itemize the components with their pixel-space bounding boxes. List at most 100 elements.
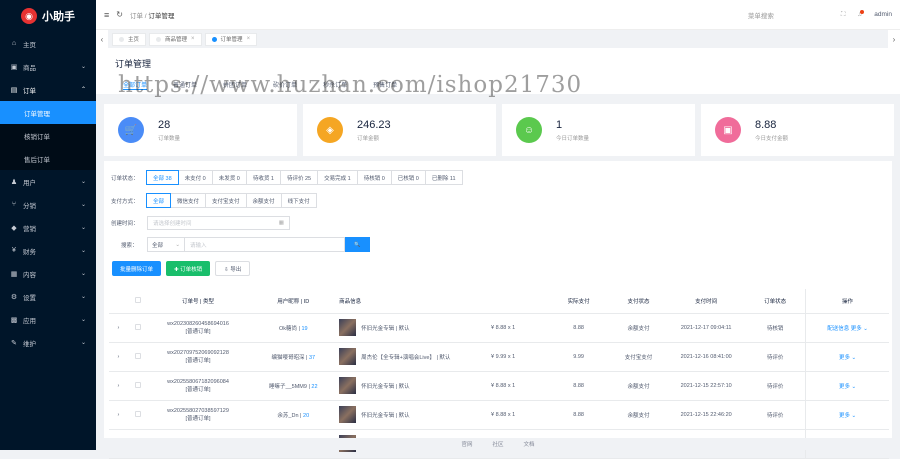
breadcrumb-root[interactable]: 订单 [130, 13, 143, 20]
tabs-prev-button[interactable]: ‹ [96, 30, 108, 48]
chevron-right-icon[interactable]: › [117, 325, 119, 331]
chevron-down-icon: ⌄ [80, 248, 86, 254]
status-option-8[interactable]: 已删除 11 [424, 170, 463, 185]
logo[interactable]: ◉ 小助手 [0, 0, 96, 32]
sidebar-item-2[interactable]: ▤ 订单 ⌃ [0, 78, 96, 101]
sidebar-subitem-2[interactable]: 售后订单 [0, 147, 96, 170]
goods-info: 周杰伦【全专辑+演唱会Live】 | 默认 [339, 348, 459, 365]
user-id[interactable]: 22 [311, 384, 317, 390]
sidebar-submenu: 订单管理 核销订单 售后订单 [0, 101, 96, 170]
status-option-0[interactable]: 全部 38 [146, 170, 179, 185]
sidebar-item-0[interactable]: ⌂ 主页 [0, 32, 96, 55]
footer-link-2[interactable]: 文档 [524, 440, 535, 448]
chevron-right-icon[interactable]: › [117, 383, 119, 389]
sidebar-item-7[interactable]: ▦ 内容 ⌄ [0, 262, 96, 285]
pay-option-0[interactable]: 全部 [146, 193, 172, 208]
search-type-select[interactable]: 全部 ⌄ [147, 237, 185, 252]
sidebar-item-3[interactable]: ♟ 用户 ⌄ [0, 170, 96, 193]
page-tab-2[interactable]: 拼团订单 [223, 80, 247, 90]
status-option-5[interactable]: 交易完成 1 [317, 170, 358, 185]
status-option-4[interactable]: 待评价 25 [279, 170, 319, 185]
page-tab-4[interactable]: 秒杀订单 [323, 80, 347, 90]
user-cell: 余苏_Dn | 20 [247, 400, 340, 430]
goods-cell: 周杰伦【全专辑+演唱会Live】 | 默认 [339, 342, 459, 372]
stat-label: 今日订单数量 [556, 135, 590, 142]
stat-icon: 🛒 [118, 117, 144, 143]
batch-delete-button[interactable]: 批量删除订单 [112, 261, 162, 276]
sidebar-item-6[interactable]: ¥ 财务 ⌄ [0, 239, 96, 262]
sidebar-item-9[interactable]: ▩ 应用 ⌄ [0, 308, 96, 331]
user-nickname: 编猫嘤哥昭深 [271, 354, 305, 361]
pay-option-4[interactable]: 线下支付 [280, 193, 317, 208]
col-pay-status: 支付状态 [609, 289, 668, 314]
status-option-6[interactable]: 待核销 0 [356, 170, 392, 185]
search-button[interactable]: 🔍 [345, 237, 370, 252]
status-option-7[interactable]: 已核销 0 [390, 170, 426, 185]
sidebar-item-5[interactable]: ◆ 营销 ⌄ [0, 216, 96, 239]
page-tab-3[interactable]: 砍价订单 [273, 80, 297, 90]
export-button[interactable]: ⇩ 导出 [215, 261, 251, 276]
user-nickname: 余苏_Dn [277, 412, 299, 419]
search-input[interactable]: 请输入 [185, 237, 345, 252]
sidebar-subitem-0[interactable]: 订单管理 [0, 101, 96, 124]
row-actions-link[interactable]: 更多 [839, 355, 850, 361]
pay-status: 余额支付 [609, 400, 668, 430]
date-range-input[interactable]: 请选择创建时间 ▦ [147, 216, 290, 230]
status-option-3[interactable]: 待收货 1 [245, 170, 281, 185]
sidebar-subitem-1[interactable]: 核销订单 [0, 124, 96, 147]
sidebar-item-8[interactable]: ⚙ 设置 ⌄ [0, 285, 96, 308]
row-checkbox[interactable] [135, 381, 142, 388]
pay-option-2[interactable]: 支付宝支付 [205, 193, 247, 208]
goods-info: 怀旧光金专辑 | 默认 [339, 319, 459, 336]
refresh-icon[interactable]: ↻ [116, 10, 123, 19]
user-id[interactable]: 37 [309, 355, 315, 361]
tab-2[interactable]: 订单管理 × [204, 32, 258, 46]
sidebar-item-10[interactable]: ✎ 维护 ⌄ [0, 331, 96, 354]
menu-icon: ✎ [11, 339, 17, 347]
row-actions-link[interactable]: 更多 [839, 413, 850, 419]
tabs-next-button[interactable]: › [888, 30, 900, 48]
select-all-checkbox[interactable] [135, 296, 142, 303]
pay-option-3[interactable]: 余额支付 [245, 193, 282, 208]
orders-panel: 订单状态： 全部 38 未支付 0 未发货 0 待收货 1 待评价 25 交易完成 1 待核… [104, 161, 892, 459]
tab-0[interactable]: 主页 [112, 32, 147, 46]
footer-link-0[interactable]: 官网 [461, 440, 472, 448]
close-icon[interactable]: × [247, 36, 251, 42]
row-actions-link[interactable]: 配送信息 更多 [827, 326, 862, 332]
sidebar-item-4[interactable]: ⑂ 分销 ⌄ [0, 193, 96, 216]
status-option-2[interactable]: 未发货 0 [211, 170, 247, 185]
row-checkbox[interactable] [135, 410, 142, 417]
order-no-cell: wx202558067182096084 [普通订单] [148, 371, 248, 401]
fullscreen-icon[interactable]: ⛶ [841, 11, 846, 19]
sidebar-item-label: 用户 [23, 179, 36, 187]
search-filter: 搜索： 全部 ⌄ 请输入 🔍 [121, 237, 370, 252]
row-checkbox[interactable] [135, 323, 142, 330]
page-tab-0[interactable]: 全部订单 [123, 80, 148, 90]
notification-bell[interactable]: ♫ [857, 10, 865, 18]
sidebar-item-label: 应用 [23, 317, 36, 325]
status-option-1[interactable]: 未支付 0 [177, 170, 213, 185]
verify-order-button[interactable]: ✚ 订单核销 [166, 261, 211, 276]
user-name[interactable]: admin [874, 11, 892, 18]
user-id[interactable]: 20 [303, 413, 309, 419]
pay-option-1[interactable]: 微信支付 [170, 193, 207, 208]
menu-search[interactable]: 菜单搜索 [748, 10, 774, 20]
chevron-down-icon: ⌄ [80, 317, 86, 323]
sidebar-item-1[interactable]: ▣ 商品 ⌄ [0, 55, 96, 78]
page-tab-1[interactable]: 普通订单 [173, 80, 197, 90]
chevron-right-icon[interactable]: › [117, 412, 119, 418]
row-checkbox[interactable] [135, 352, 142, 359]
time-filter: 创建时间： 请选择创建时间 ▦ [111, 216, 290, 230]
menu-toggle-icon[interactable]: ≡ [104, 10, 109, 20]
table-row: › wx202558027038597129 [普通订单] 余苏_Dn | 20 怀旧光… [109, 400, 889, 430]
tab-1[interactable]: 商品管理 × [149, 32, 202, 46]
page-tab-5[interactable]: 预售订单 [373, 80, 397, 90]
row-actions-link[interactable]: 更多 [839, 384, 850, 390]
chevron-right-icon[interactable]: › [117, 354, 119, 360]
goods-price: ¥ 8.88 x 1 [458, 371, 548, 401]
sidebar-item-label: 分销 [23, 202, 36, 210]
footer-link-1[interactable]: 社区 [492, 440, 503, 448]
order-type: [普通订单] [185, 386, 211, 393]
user-id[interactable]: 19 [301, 326, 307, 332]
close-icon[interactable]: × [191, 36, 195, 42]
